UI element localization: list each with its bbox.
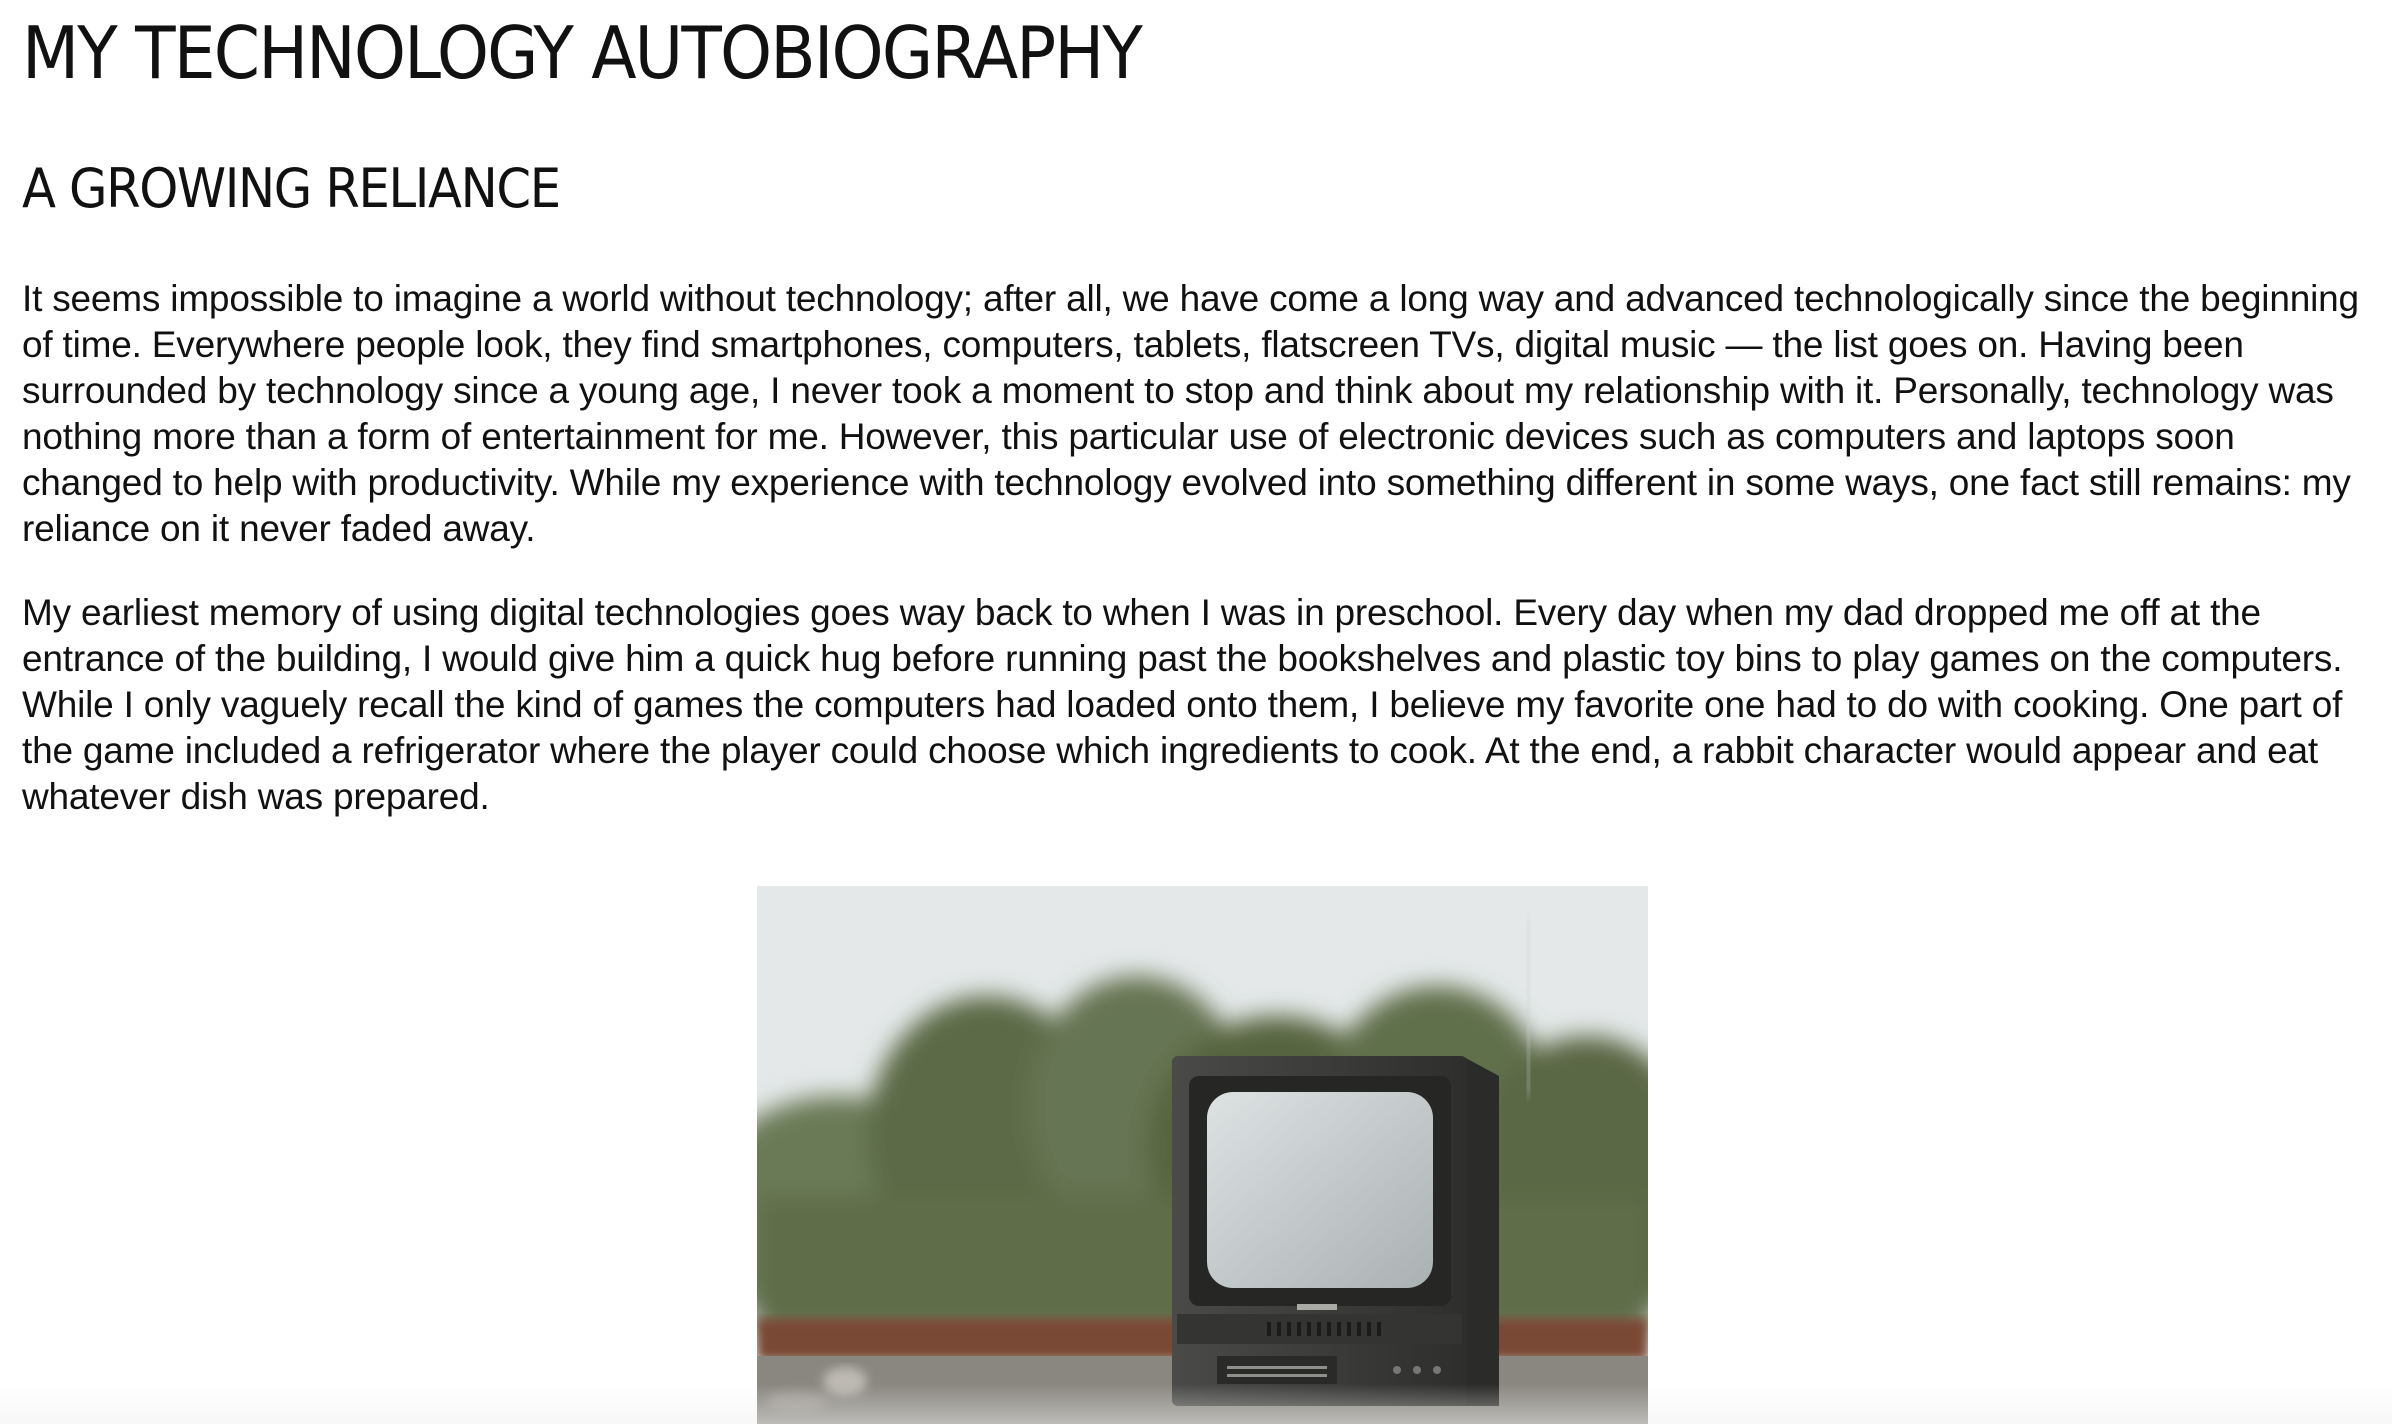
paragraph-earliest-memory: My earliest memory of using digital tech… <box>22 592 2343 817</box>
article: MY TECHNOLOGY AUTOBIOGRAPHY A GROWING RE… <box>22 0 2362 820</box>
paragraph-intro: It seems impossible to imagine a world w… <box>22 278 2359 549</box>
television-photo <box>757 886 1648 1424</box>
section-heading: A GROWING RELIANCE <box>22 157 561 220</box>
page-title: MY TECHNOLOGY AUTOBIOGRAPHY <box>22 11 1143 95</box>
